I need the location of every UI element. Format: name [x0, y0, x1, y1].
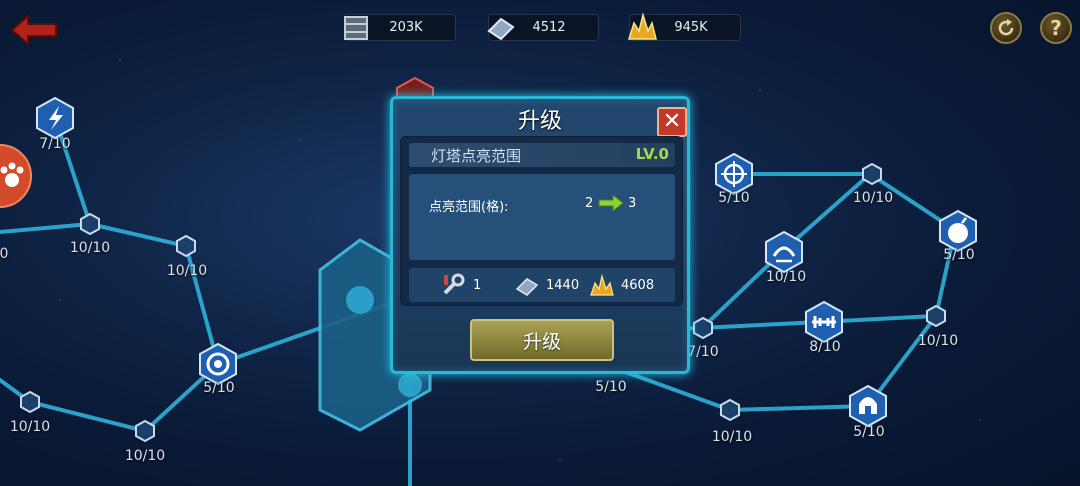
- node-progress-label: 10/10: [852, 190, 894, 206]
- question-mark-icon: ?: [1050, 16, 1062, 40]
- node-progress-label: 5/10: [718, 190, 750, 206]
- node-progress-label: 5/10: [943, 247, 975, 263]
- junction-node: [862, 162, 882, 186]
- resource-value: 4512: [532, 20, 566, 35]
- node-progress-label: 10/10: [765, 269, 807, 285]
- node-progress-label: 5/10: [853, 424, 885, 440]
- resource-metal: 4512: [487, 14, 599, 41]
- back-arrow-icon[interactable]: [10, 14, 58, 46]
- close-button[interactable]: ✕: [657, 107, 687, 137]
- node-progress-label: 0: [0, 246, 9, 262]
- paw-icon: [0, 162, 24, 187]
- upgrade-button-label: 升级: [522, 330, 561, 353]
- upgrade-panel: 灯塔点亮范围 LV.0 点亮范围(格): 2 3 1 1440 4608: [400, 136, 683, 306]
- close-icon: ✕: [662, 109, 682, 134]
- node-progress-label: 10/10: [124, 448, 166, 464]
- junction-node: [693, 316, 713, 340]
- cost-wrench: 1: [441, 268, 481, 302]
- refresh-icon: [998, 19, 1014, 36]
- junction-node: [135, 419, 155, 443]
- wave-skill-icon[interactable]: [764, 230, 804, 274]
- resource-value: 945K: [674, 20, 708, 35]
- gold-crystal-icon: [590, 273, 614, 296]
- refresh-button[interactable]: [990, 12, 1022, 44]
- junction-node: [176, 234, 196, 258]
- cost-value: 4608: [621, 277, 655, 293]
- dialog-title: 升级: [517, 109, 562, 134]
- cost-value: 1440: [546, 277, 580, 293]
- node-progress-label: 10/10: [917, 333, 959, 349]
- cost-value: 1: [473, 277, 482, 293]
- junction-node: [720, 398, 740, 422]
- item-name: 灯塔点亮范围: [431, 147, 522, 165]
- cost-gold: 4608: [589, 268, 654, 302]
- arrow-right-icon: [598, 194, 624, 212]
- metal-ingot-icon: [515, 278, 539, 296]
- lightning-skill-icon[interactable]: [35, 96, 75, 140]
- help-button[interactable]: ?: [1040, 12, 1072, 44]
- item-header: 灯塔点亮范围 LV.0: [409, 143, 675, 167]
- helmet-skill-icon[interactable]: [848, 384, 888, 428]
- node-progress-label: 10/10: [711, 429, 753, 445]
- node-progress-label: 7/10: [39, 136, 71, 152]
- upgrade-button[interactable]: 升级: [470, 319, 614, 361]
- junction-node: [20, 390, 40, 414]
- junction-node: [80, 212, 100, 236]
- node-progress-label: 8/10: [809, 339, 841, 355]
- stat-current-value: 2: [585, 196, 594, 211]
- stat-label: 点亮范围(格):: [429, 200, 509, 215]
- node-progress-label: 5/10: [203, 380, 235, 396]
- node-progress-label: 5/10: [595, 379, 627, 395]
- cost-metal: 1440: [514, 268, 579, 302]
- node-progress-label: 10/10: [69, 240, 111, 256]
- resource-crates: 203K: [344, 14, 456, 41]
- node-progress-label: 10/10: [166, 263, 208, 279]
- stat-next-value: 3: [628, 196, 637, 211]
- node-progress-label: 7/10: [687, 344, 719, 360]
- node-progress-label: 10/10: [9, 419, 51, 435]
- stat-panel: 点亮范围(格): 2 3: [409, 174, 675, 260]
- resource-gold: 945K: [627, 12, 741, 41]
- resource-value: 203K: [389, 20, 423, 35]
- upgrade-dialog: 升级 ✕ 灯塔点亮范围 LV.0 点亮范围(格): 2 3 1 1440 460…: [390, 96, 690, 374]
- wrench-icon: [443, 273, 465, 295]
- junction-node: [926, 304, 946, 328]
- item-level: LV.0: [635, 145, 669, 163]
- strength-skill-icon[interactable]: [804, 300, 844, 344]
- paw-side-button[interactable]: [0, 144, 32, 208]
- cost-panel: 1 1440 4608: [409, 268, 675, 302]
